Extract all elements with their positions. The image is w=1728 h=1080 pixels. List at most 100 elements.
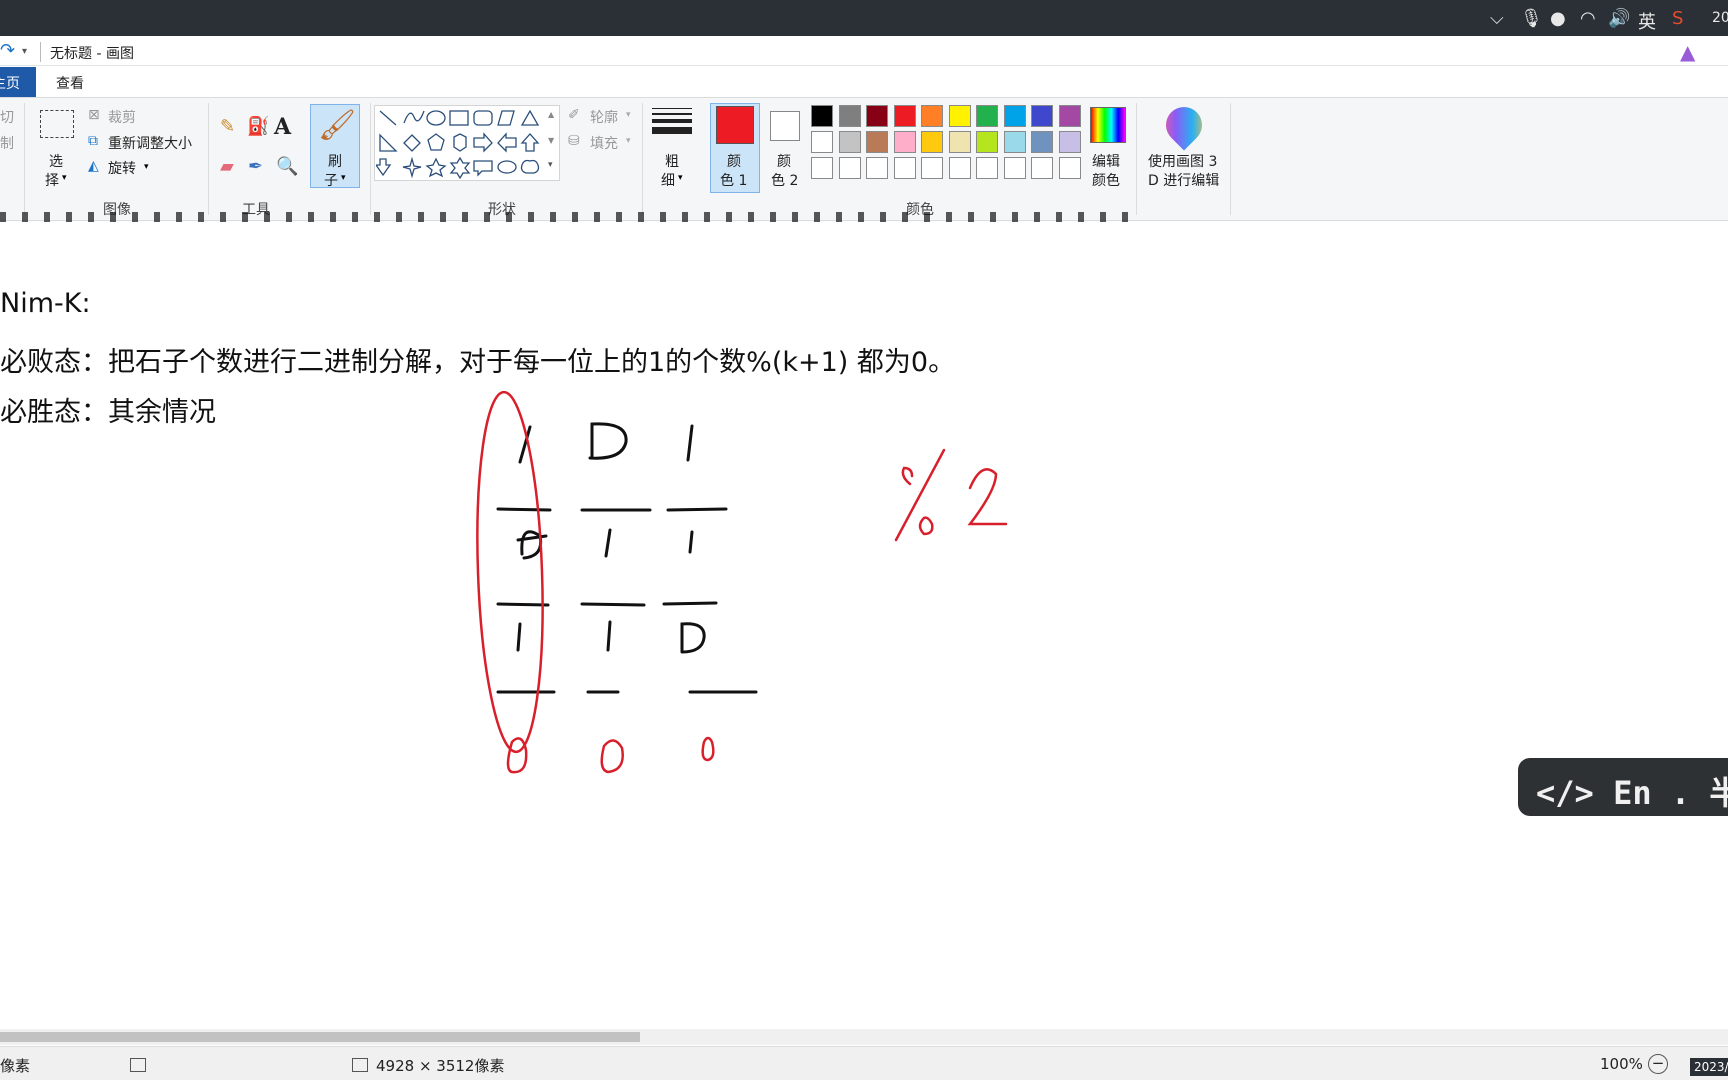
- quick-access-dropdown-icon[interactable]: ▾: [22, 46, 27, 57]
- palette-color-swatch[interactable]: [976, 157, 998, 179]
- palette-color-swatch[interactable]: [866, 157, 888, 179]
- palette-color-swatch[interactable]: [948, 105, 971, 127]
- clock-partial[interactable]: 20: [1712, 10, 1728, 26]
- eraser-icon[interactable]: ▰: [220, 156, 234, 177]
- horizontal-scroll-thumb[interactable]: [0, 1032, 640, 1042]
- select-dropdown-icon[interactable]: ▾: [62, 173, 67, 183]
- palette-color-swatch[interactable]: [1058, 131, 1081, 153]
- shapes-expand-icon[interactable]: ▾: [548, 160, 553, 170]
- palette-color-swatch[interactable]: [893, 131, 916, 153]
- shapes-scroll-up-icon[interactable]: ▲: [548, 110, 554, 119]
- canvas-size-icon: [352, 1058, 368, 1072]
- copy-button[interactable]: 制: [0, 133, 14, 153]
- paint3d-label-1[interactable]: 使用画图 3: [1148, 151, 1217, 171]
- color1-swatch: [716, 106, 754, 144]
- palette-color-swatch[interactable]: [1058, 157, 1081, 179]
- palette-color-swatch[interactable]: [1003, 131, 1026, 153]
- cut-button[interactable]: 切: [0, 107, 14, 127]
- color2-label-2[interactable]: 色 2: [771, 170, 798, 190]
- crop-button[interactable]: 裁剪: [108, 107, 136, 127]
- edit-colors-label-2[interactable]: 颜色: [1092, 170, 1120, 190]
- rotate-button[interactable]: 旋转: [108, 158, 136, 178]
- underline: [496, 507, 552, 512]
- edit-colors-label-1[interactable]: 编辑: [1092, 151, 1120, 171]
- fill-dropdown-icon[interactable]: ▾: [626, 136, 631, 146]
- select-label-1[interactable]: 选: [49, 151, 63, 171]
- palette-color-swatch[interactable]: [921, 105, 943, 127]
- palette-color-swatch[interactable]: [866, 105, 888, 127]
- microphone-icon[interactable]: 🎙: [1520, 8, 1543, 29]
- color-picker-icon[interactable]: ✒: [248, 156, 263, 177]
- tab-view[interactable]: 查看: [56, 73, 84, 93]
- color2-label-1[interactable]: 颜: [777, 151, 791, 171]
- qq-icon[interactable]: ●: [1550, 8, 1566, 29]
- size-label-1[interactable]: 粗: [665, 151, 679, 171]
- size-icon[interactable]: [652, 108, 692, 134]
- volume-icon[interactable]: 🔊: [1608, 8, 1630, 29]
- palette-color-swatch[interactable]: [893, 105, 916, 127]
- ime-indicator[interactable]: 英: [1638, 8, 1656, 34]
- group-separator: [1230, 103, 1231, 215]
- palette-color-swatch[interactable]: [1003, 157, 1026, 179]
- result-digit: [600, 739, 624, 774]
- window-title: 无标题 - 画图: [50, 46, 134, 62]
- color1-label-1: 颜: [727, 154, 741, 170]
- column-circle: [476, 390, 544, 754]
- fill-bucket-icon[interactable]: ⛽: [247, 116, 269, 137]
- wifi-icon[interactable]: ◠: [1580, 8, 1596, 29]
- ime-floating-toolbar[interactable]: </> En . 半: [1518, 758, 1728, 816]
- palette-color-swatch[interactable]: [1031, 105, 1053, 127]
- size-dropdown-icon[interactable]: ▾: [678, 173, 683, 183]
- digit-stroke: [516, 622, 522, 652]
- palette-color-swatch[interactable]: [838, 157, 861, 179]
- group-separator: [642, 103, 643, 215]
- select-icon[interactable]: [40, 110, 74, 138]
- palette-color-swatch[interactable]: [1031, 157, 1053, 179]
- pencil-icon[interactable]: ✎: [220, 116, 235, 137]
- palette-color-swatch[interactable]: [1058, 105, 1081, 127]
- outline-icon: ✐: [568, 107, 580, 123]
- palette-color-swatch[interactable]: [948, 157, 971, 179]
- palette-color-swatch[interactable]: [921, 131, 943, 153]
- palette-color-swatch[interactable]: [838, 105, 861, 127]
- palette-color-swatch[interactable]: [893, 157, 916, 179]
- palette-color-swatch[interactable]: [948, 131, 971, 153]
- sogou-icon[interactable]: S: [1672, 8, 1683, 29]
- palette-color-swatch[interactable]: [866, 131, 888, 153]
- outline-button[interactable]: 轮廓: [590, 107, 618, 127]
- palette-color-swatch[interactable]: [976, 131, 998, 153]
- select-label-2[interactable]: 择: [45, 170, 59, 190]
- chevron-up-icon[interactable]: ⌵: [1490, 8, 1504, 29]
- text-tool-icon[interactable]: A: [274, 114, 291, 140]
- outline-dropdown-icon[interactable]: ▾: [626, 110, 631, 120]
- premium-triangle-icon[interactable]: ▲: [1680, 40, 1695, 64]
- palette-color-swatch[interactable]: [811, 131, 833, 153]
- shapes-scroll-down-icon[interactable]: ▼: [548, 136, 554, 145]
- size-label-2[interactable]: 细: [661, 170, 675, 190]
- palette-color-swatch[interactable]: [811, 157, 833, 179]
- rotate-dropdown-icon[interactable]: ▾: [144, 162, 149, 172]
- palette-color-swatch[interactable]: [811, 105, 833, 127]
- paint3d-label-2[interactable]: D 进行编辑: [1148, 170, 1219, 190]
- mod-digit-two: [967, 468, 1008, 526]
- palette-color-swatch[interactable]: [1003, 105, 1026, 127]
- redo-icon[interactable]: ↷: [0, 40, 15, 61]
- resize-button[interactable]: 重新调整大小: [108, 133, 192, 153]
- zoom-out-button[interactable]: −: [1648, 1054, 1668, 1074]
- rainbow-palette-icon[interactable]: [1090, 107, 1126, 143]
- fill-button[interactable]: 填充: [590, 133, 618, 153]
- color2-swatch[interactable]: [770, 111, 800, 141]
- palette-color-swatch[interactable]: [838, 131, 861, 153]
- tab-home[interactable]: 主页: [0, 67, 36, 97]
- digit-stroke: [606, 620, 612, 652]
- magnifier-icon[interactable]: 🔍: [276, 156, 298, 177]
- palette-color-swatch[interactable]: [1031, 131, 1053, 153]
- digit-stroke: [680, 622, 706, 654]
- result-digit: [701, 736, 715, 762]
- brush-dropdown-icon[interactable]: ▾: [341, 173, 346, 183]
- group-separator: [208, 103, 209, 215]
- brush-label-2: 子: [324, 173, 338, 189]
- brush-label-1: 刷: [328, 154, 342, 170]
- palette-color-swatch[interactable]: [976, 105, 998, 127]
- palette-color-swatch[interactable]: [921, 157, 943, 179]
